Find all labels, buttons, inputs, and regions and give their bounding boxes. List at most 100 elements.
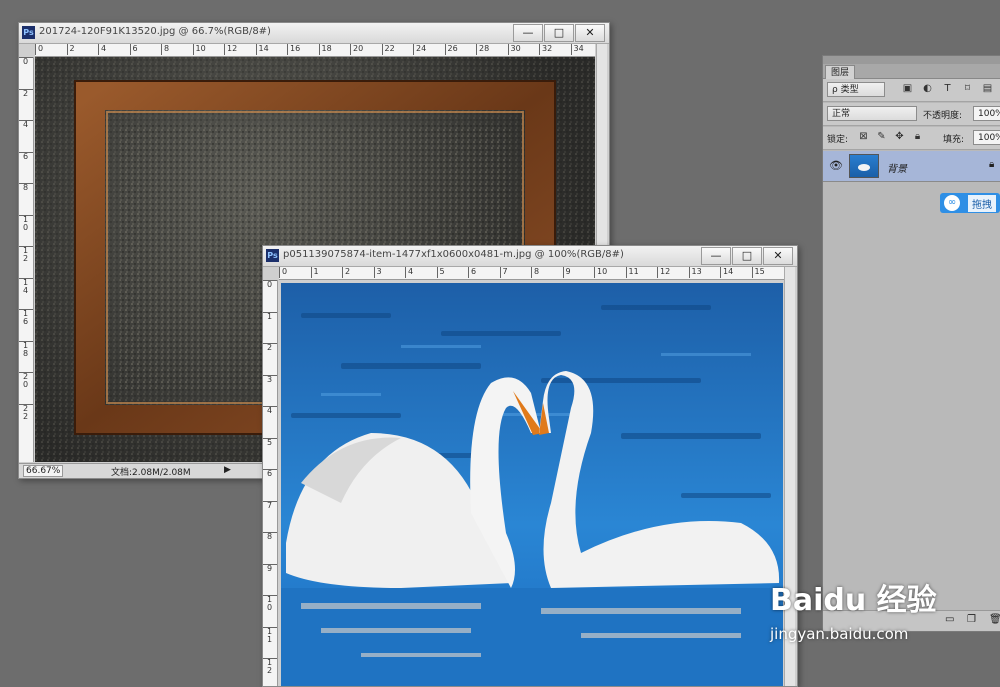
ruler-tick-label: 24 [413, 44, 426, 55]
ruler-tick-label: 2 [263, 343, 277, 352]
ruler-tick-label: 14 [255, 44, 269, 55]
horizontal-ruler: 0 2 4 6 8 10 12 14 16 18 20 22 24 26 28 30 32 34 [35, 44, 595, 57]
ruler-tick-label: 5 [436, 267, 445, 278]
ruler-tick-label: 1 [310, 267, 319, 278]
horizontal-ruler: 0 1 2 3 4 5 6 7 8 9 10 11 12 13 14 15 [279, 267, 787, 280]
close-button[interactable]: ✕ [763, 247, 793, 265]
ruler-tick-label: 8 [531, 267, 539, 278]
drag-hint-chip[interactable]: ∞ 拖拽 [940, 193, 1000, 213]
window-titlebar[interactable]: Ps p051139075874-item-1477xf1x0600x0481-… [263, 246, 797, 267]
ruler-tick-label: 8 [19, 183, 33, 192]
lock-brush-icon[interactable]: ✎ [875, 130, 888, 143]
ruler-tick-label: 22 [381, 44, 395, 55]
opacity-field[interactable]: 100% [973, 106, 1000, 121]
maximize-button[interactable]: □ [732, 247, 762, 265]
ruler-tick-label: 34 [570, 44, 584, 55]
filter-pixel-icon[interactable]: ▣ [901, 82, 914, 95]
filter-type-icon[interactable]: T [941, 82, 954, 95]
status-menu-arrow-icon[interactable]: ▶ [224, 465, 231, 475]
ruler-tick-label: 8 [263, 532, 277, 541]
layer-row-background[interactable]: 👁︎ 背景 🔒︎ [823, 151, 1000, 182]
ruler-tick-label: 11 [625, 267, 639, 278]
ruler-tick-label: 26 [444, 44, 458, 55]
filter-smart-object-icon[interactable]: ▤ [981, 82, 994, 95]
ruler-tick-label: 20 [350, 44, 363, 55]
ruler-tick-label: 14 [720, 267, 733, 278]
ruler-tick-label: 3 [263, 374, 277, 384]
ruler-tick-label: 15 [751, 267, 765, 278]
maximize-button[interactable]: □ [544, 24, 574, 42]
ruler-tick-label: 9 [263, 563, 277, 573]
close-button[interactable]: ✕ [575, 24, 605, 42]
ruler-tick-label: 12 [224, 44, 237, 55]
tab-layers[interactable]: 图层 [825, 65, 856, 80]
ruler-tick-label: 9 [562, 267, 571, 278]
minimize-button[interactable]: — [701, 247, 731, 265]
ruler-tick-label: 13 [688, 267, 702, 278]
lock-move-icon[interactable]: ✥ [893, 130, 906, 143]
ruler-tick-label: 10 [192, 44, 206, 55]
ruler-tick-label: 4 [263, 406, 277, 415]
layers-panel[interactable]: 图层 ρ 类型 ▣ ◐ T ⌑ ▤ 正常 不透明度: 100% 锁定: ⊠ ✎ … [822, 55, 1000, 632]
filter-kind-select[interactable]: ρ 类型 [827, 82, 885, 97]
delete-layer-icon[interactable]: 🗑︎ [989, 614, 1000, 625]
ruler-tick-label: 1 1 [263, 626, 277, 644]
new-group-icon[interactable]: ▭ [945, 614, 954, 625]
ruler-tick-label: 2 0 [19, 372, 33, 389]
lock-label: 锁定: [827, 135, 849, 145]
ruler-tick-label: 30 [507, 44, 521, 55]
ruler-tick-label: 1 4 [19, 277, 33, 295]
ruler-tick-label: 4 [19, 120, 33, 129]
blend-mode-select[interactable]: 正常 [827, 106, 917, 121]
document-window-swans[interactable]: Ps p051139075874-item-1477xf1x0600x0481-… [262, 245, 798, 687]
layer-name[interactable]: 背景 [887, 160, 907, 175]
ruler-tick-label: 0 [279, 267, 287, 278]
ruler-tick-label: 1 2 [263, 658, 277, 675]
ruler-tick-label: 10 [594, 267, 607, 278]
window-title: 201724-120F91K13520.jpg @ 66.7%(RGB/8#) [39, 26, 271, 37]
filter-shape-icon[interactable]: ⌑ [961, 82, 974, 95]
filter-adjustment-icon[interactable]: ◐ [921, 82, 934, 95]
ruler-tick-label: 1 6 [19, 309, 33, 326]
ruler-tick-label: 5 [263, 437, 277, 447]
ruler-tick-label: 6 [19, 151, 33, 161]
minimize-button[interactable]: — [513, 24, 543, 42]
drag-hint-label: 拖拽 [968, 195, 996, 212]
vertical-ruler: 0 1 2 3 4 5 6 7 8 9 1 0 1 1 1 2 [263, 280, 278, 686]
ruler-tick-label: 3 [373, 267, 382, 278]
ruler-tick-label: 7 [263, 500, 277, 510]
vertical-ruler: 0 2 4 6 8 1 0 1 2 1 4 1 6 1 8 2 0 2 2 [19, 57, 34, 462]
photoshop-icon: Ps [22, 26, 35, 39]
new-layer-icon[interactable]: ❐ [967, 614, 976, 625]
photoshop-icon: Ps [266, 249, 279, 262]
ruler-tick-label: 0 [35, 44, 43, 55]
ruler-tick-label: 8 [161, 44, 169, 55]
ruler-tick-label: 6 [129, 44, 138, 55]
ruler-tick-label: 12 [657, 267, 670, 278]
ruler-tick-label: 2 [19, 88, 33, 98]
ruler-tick-label: 1 [263, 311, 277, 321]
ruler-tick-label: 1 0 [19, 214, 33, 232]
ruler-tick-label: 32 [539, 44, 552, 55]
layer-lock-icon: 🔒︎ [989, 159, 995, 170]
ruler-tick-label: 0 [19, 57, 33, 66]
layer-thumbnail [849, 154, 879, 178]
ruler-tick-label: 1 2 [19, 246, 33, 263]
ruler-tick-label: 16 [287, 44, 300, 55]
ruler-tick-label: 1 0 [263, 595, 277, 612]
watermark-brand: Baidu 经验 [770, 583, 937, 618]
ruler-tick-label: 6 [468, 267, 476, 278]
canvas-swans-image[interactable] [281, 283, 783, 686]
ruler-tick-label: 0 [263, 280, 277, 289]
watermark-url: jingyan.baidu.com [770, 625, 909, 643]
opacity-label: 不透明度: [923, 111, 963, 121]
fill-field[interactable]: 100% [973, 130, 1000, 145]
window-titlebar[interactable]: Ps 201724-120F91K13520.jpg @ 66.7%(RGB/8… [19, 23, 609, 44]
ruler-tick-label: 7 [499, 267, 508, 278]
lock-transparency-icon[interactable]: ⊠ [857, 130, 870, 143]
eye-icon[interactable]: 👁︎ [829, 159, 843, 172]
baidu-cloud-icon: ∞ [944, 195, 960, 211]
lock-all-icon[interactable]: 🔒︎ [911, 130, 924, 143]
ruler-tick-label: 28 [476, 44, 489, 55]
zoom-level[interactable]: 66.67% [23, 465, 64, 477]
